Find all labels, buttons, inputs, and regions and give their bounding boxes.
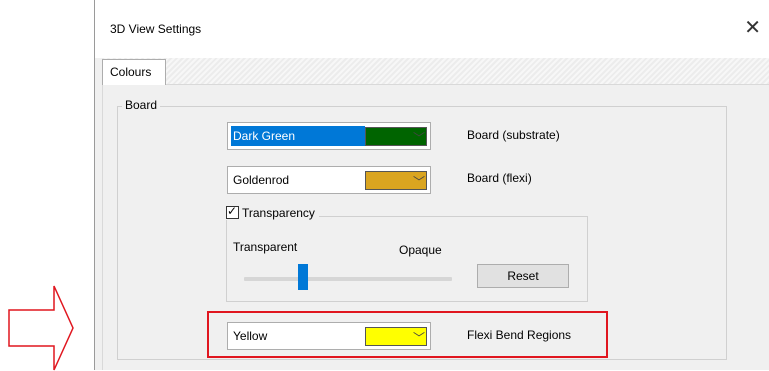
transparency-checkbox-row[interactable]: ✓ Transparency: [226, 204, 319, 220]
chevron-down-icon: ﹀: [412, 131, 425, 145]
flexi-bend-color-dropdown[interactable]: Yellow ﹀: [227, 322, 431, 350]
transparency-checkbox[interactable]: ✓: [226, 204, 239, 219]
flexi-color-dropdown[interactable]: Goldenrod ﹀: [227, 166, 431, 194]
tab-strip: [102, 58, 769, 84]
arrow-right-icon: [8, 285, 74, 371]
tab-colours[interactable]: Colours: [102, 59, 166, 85]
flexi-label: Board (flexi): [467, 171, 532, 185]
title-bar: 3D View Settings ✕: [95, 0, 769, 58]
flexi-bend-color-value: Yellow: [233, 329, 268, 343]
substrate-label: Board (substrate): [467, 128, 560, 142]
opaque-label: Opaque: [399, 243, 442, 257]
substrate-color-dropdown[interactable]: Dark Green ﹀: [227, 122, 431, 150]
flexi-bend-label: Flexi Bend Regions: [467, 328, 572, 342]
chevron-down-icon: ﹀: [412, 331, 425, 345]
transparency-group: [226, 216, 588, 302]
flexi-color-value: Goldenrod: [233, 173, 290, 187]
transparency-slider-thumb[interactable]: [298, 264, 308, 290]
substrate-color-value: Dark Green: [231, 126, 365, 146]
dialog-title: 3D View Settings: [110, 22, 202, 36]
transparency-label: Transparency: [242, 206, 315, 220]
close-icon[interactable]: ✕: [744, 15, 761, 40]
transparent-label: Transparent: [233, 240, 298, 254]
reset-button[interactable]: Reset: [477, 264, 569, 288]
board-group-label: Board: [122, 98, 161, 112]
check-icon: ✓: [227, 204, 238, 218]
transparency-slider-track[interactable]: [244, 277, 452, 281]
chevron-down-icon: ﹀: [412, 175, 425, 189]
